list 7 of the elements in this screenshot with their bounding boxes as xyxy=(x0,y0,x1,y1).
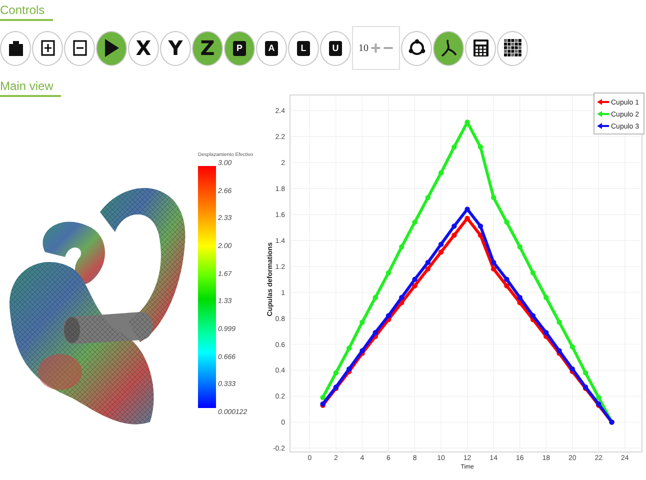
tile-label: L xyxy=(297,40,310,56)
section-title: Main view xyxy=(0,76,62,97)
tile-label: A xyxy=(265,40,278,56)
section-title: Controls xyxy=(0,0,53,21)
spin-value: 10 xyxy=(358,42,368,54)
tile-label: U xyxy=(329,40,342,56)
tile-label: P xyxy=(233,40,246,56)
